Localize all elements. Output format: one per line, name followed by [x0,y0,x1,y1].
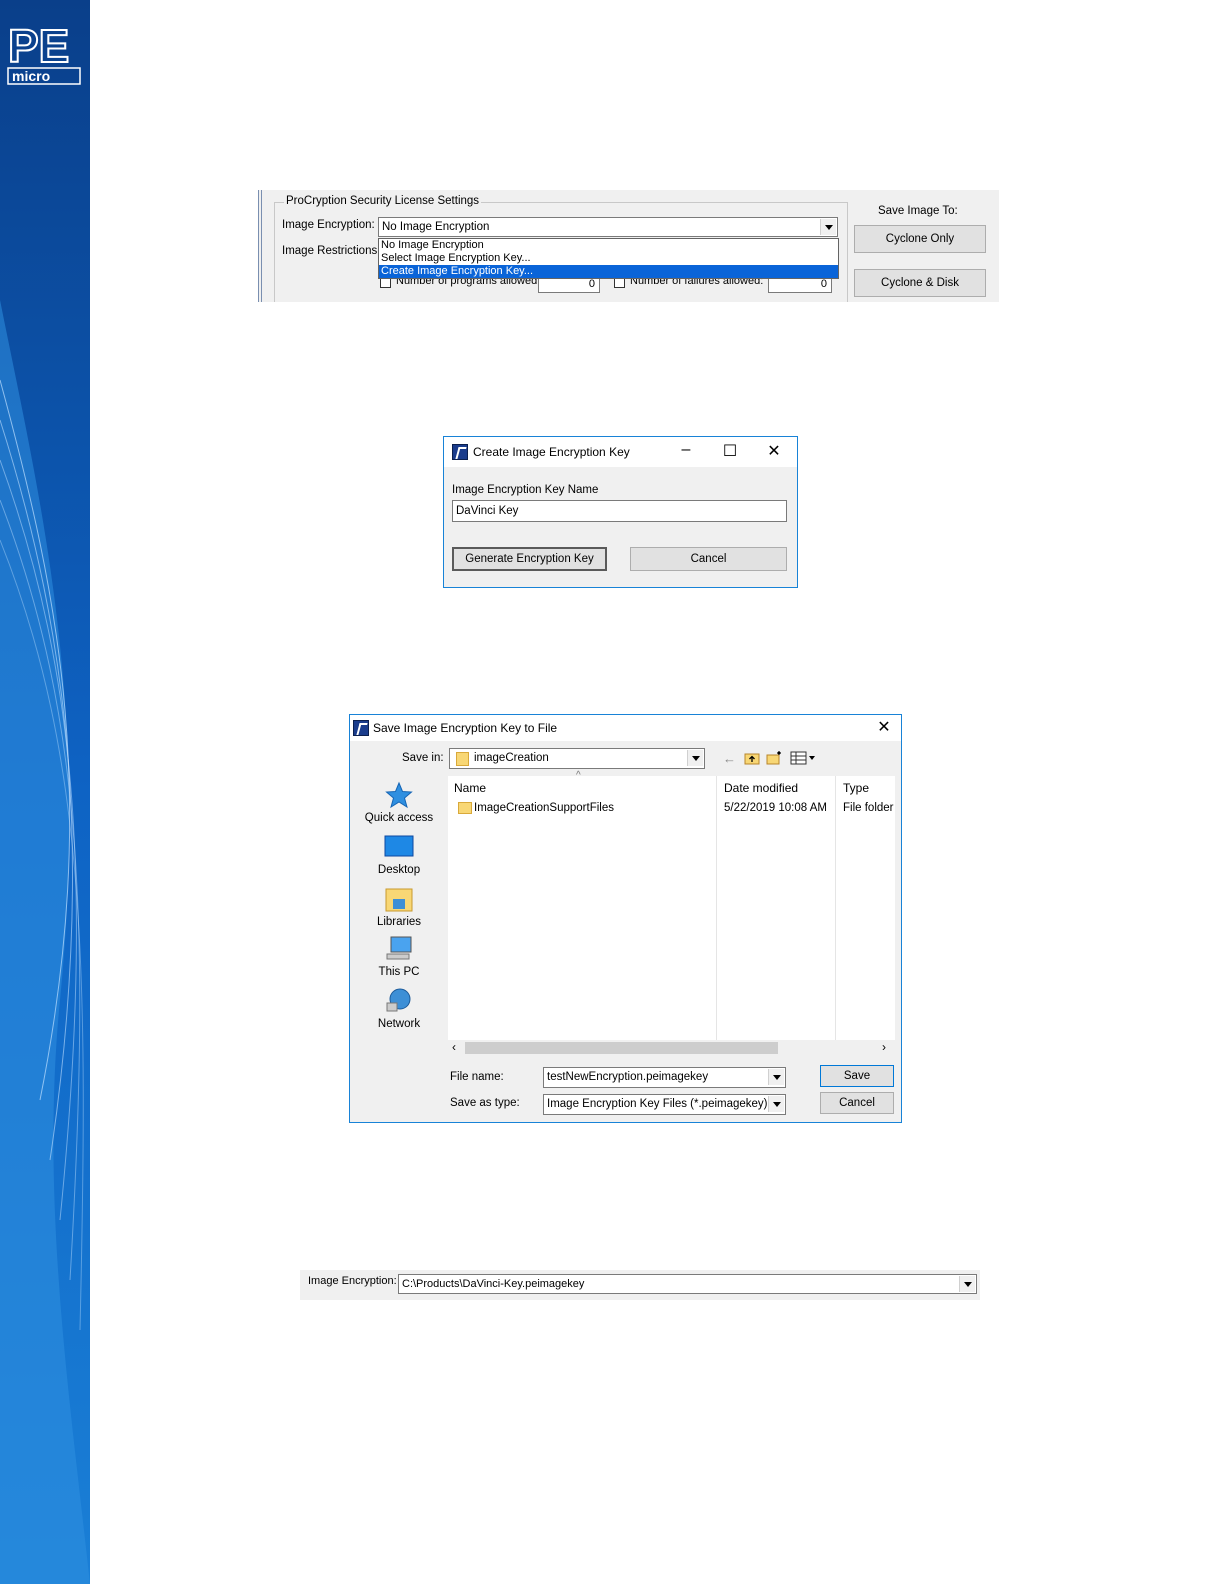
places-label: Network [377,1018,421,1030]
places-label: This PC [378,966,420,978]
combo-value: No Image Encryption [382,221,490,233]
option-create-key[interactable]: Create Image Encryption Key... [379,265,838,278]
group-title: ProCryption Security License Settings [284,195,482,207]
places-label: Desktop [377,864,421,876]
decorative-side-band: PE micro [0,0,90,1584]
option-select-key[interactable]: Select Image Encryption Key... [379,252,838,265]
scrollbar-thumb[interactable] [465,1042,778,1054]
maximize-icon[interactable]: ☐ [718,441,742,461]
cancel-button[interactable]: Cancel [630,547,787,571]
column-header-date[interactable]: Date modified [724,781,798,795]
file-list: ^ Name Date modified Type ImageCreationS… [448,770,895,1056]
image-encryption-select[interactable]: C:\Products\DaVinci-Key.peimagekey [398,1274,977,1294]
dialog-title: Create Image Encryption Key [473,445,630,459]
places-network[interactable]: Network [360,987,438,1030]
save-as-type-select[interactable]: Image Encryption Key Files (*.peimagekey… [543,1094,786,1115]
column-divider [716,776,717,1040]
scroll-left-icon[interactable]: ‹ [452,1040,456,1054]
option-no-encryption[interactable]: No Image Encryption [379,239,838,252]
view-menu-icon[interactable] [790,751,816,768]
chevron-down-icon[interactable] [768,1069,784,1085]
save-button[interactable]: Save [820,1065,894,1087]
pemicro-logo: PE micro [7,19,81,85]
chevron-down-icon[interactable] [959,1276,975,1292]
pemicro-app-icon [353,720,369,736]
places-quick-access[interactable]: Quick access [360,781,438,824]
places-libraries[interactable]: Libraries [360,885,438,928]
save-as-type-value: Image Encryption Key Files (*.peimagekey… [547,1098,768,1110]
combo-value: C:\Products\DaVinci-Key.peimagekey [402,1278,585,1290]
places-desktop[interactable]: Desktop [360,835,438,876]
dialog-title: Save Image Encryption Key to File [373,721,558,735]
horizontal-scrollbar[interactable]: ‹ › [448,1040,895,1056]
file-name-value: testNewEncryption.peimagekey [547,1071,709,1083]
svg-text:micro: micro [12,68,50,84]
libraries-icon [385,888,413,912]
places-label: Libraries [376,916,422,928]
desktop-icon [384,835,414,857]
star-icon [385,781,413,809]
column-header-name[interactable]: Name [454,781,486,795]
row-type: File folder [843,802,894,814]
save-in-label: Save in: [402,752,444,764]
chevron-down-icon[interactable] [768,1096,784,1112]
chevron-down-icon[interactable] [687,750,703,766]
back-arrow-icon[interactable]: ← [723,751,736,766]
image-encryption-select[interactable]: No Image Encryption [378,217,838,237]
file-name-label: File name: [450,1071,504,1083]
minimize-icon[interactable]: – [674,441,698,459]
dialog-titlebar: Save Image Encryption Key to File ✕ [350,715,901,741]
scroll-right-icon[interactable]: › [882,1040,886,1054]
image-encryption-label: Image Encryption: [308,1275,397,1287]
sort-indicator-icon: ^ [576,770,581,781]
up-folder-icon[interactable] [744,751,760,768]
key-name-label: Image Encryption Key Name [452,484,599,496]
cancel-button[interactable]: Cancel [820,1092,894,1114]
places-label: Quick access [364,812,434,824]
close-icon[interactable]: ✕ [872,717,896,737]
procryption-settings-screenshot: ProCryption Security License Settings Im… [258,190,999,302]
dialog-titlebar: Create Image Encryption Key – ☐ ✕ [444,437,797,467]
file-name-input[interactable]: testNewEncryption.peimagekey [543,1067,786,1088]
folder-icon [458,802,472,814]
cyclone-disk-button[interactable]: Cyclone & Disk [854,269,986,297]
generate-key-button[interactable]: Generate Encryption Key [452,547,607,571]
save-in-select[interactable]: imageCreation [449,748,705,769]
save-as-type-label: Save as type: [450,1097,520,1109]
column-divider [835,776,836,1040]
image-restrictions-label: Image Restrictions : [282,245,384,257]
cyclone-only-button[interactable]: Cyclone Only [854,225,986,253]
pemicro-app-icon [452,444,468,460]
row-date: 5/22/2019 10:08 AM [724,802,827,814]
places-this-pc[interactable]: This PC [360,935,438,978]
svg-text:PE: PE [8,20,69,72]
encryption-dropdown-list: No Image Encryption Select Image Encrypt… [378,238,839,279]
new-folder-icon[interactable] [766,751,782,768]
image-encryption-label: Image Encryption: [282,219,375,231]
column-header-type[interactable]: Type [843,781,869,795]
key-name-input[interactable]: DaVinci Key [452,500,787,522]
computer-icon [386,936,412,960]
network-icon [386,988,411,1012]
row-name: ImageCreationSupportFiles [474,802,614,814]
folder-icon [456,752,469,766]
wave-graphic [0,0,90,1584]
close-icon[interactable]: ✕ [762,441,786,461]
chevron-down-icon[interactable] [820,219,836,235]
save-key-file-dialog-screenshot: Save Image Encryption Key to File ✕ Save… [349,714,902,1123]
save-image-to-label: Save Image To: [878,205,958,217]
image-encryption-field-screenshot: Image Encryption: C:\Products\DaVinci-Ke… [300,1270,980,1300]
save-in-value: imageCreation [474,752,549,764]
create-key-dialog-screenshot: Create Image Encryption Key – ☐ ✕ Image … [443,436,798,588]
